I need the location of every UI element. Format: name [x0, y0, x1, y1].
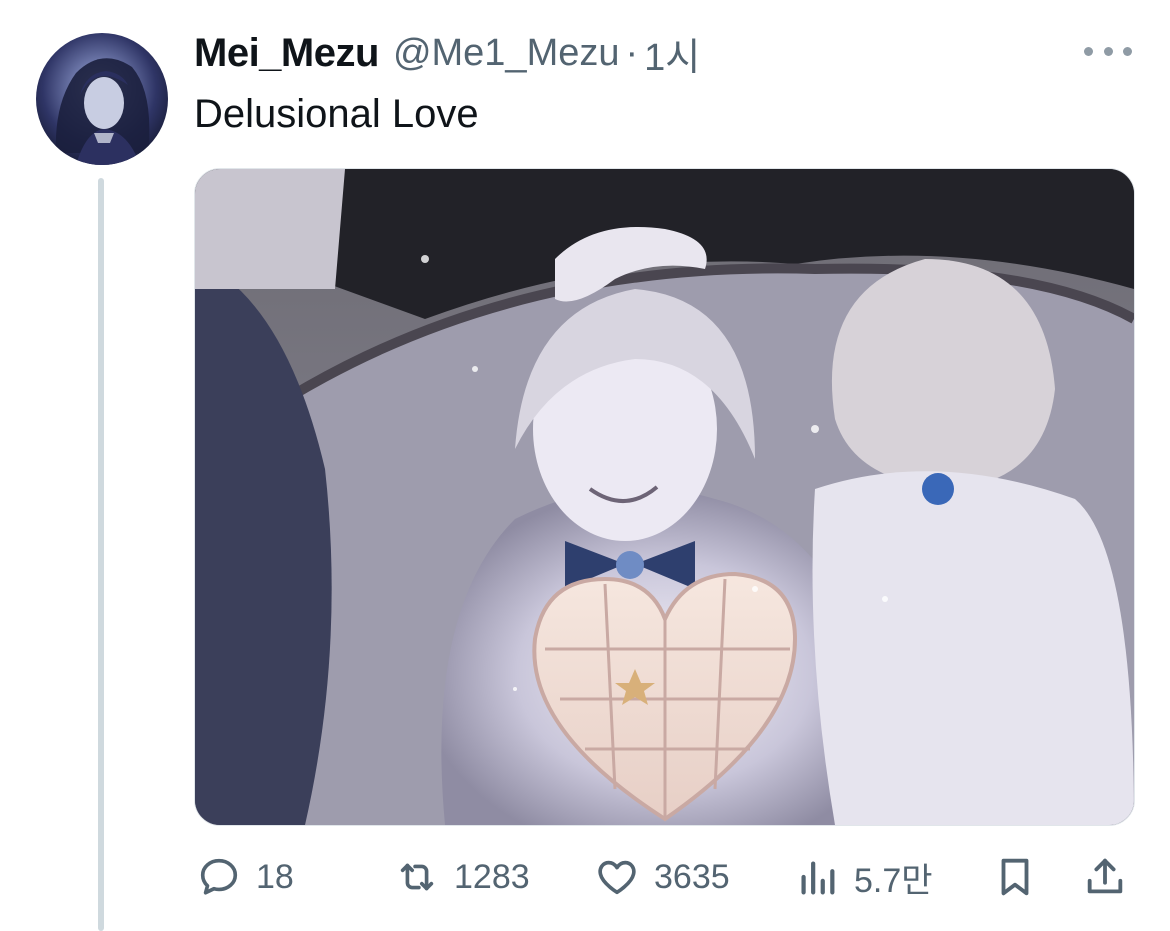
author-avatar[interactable]: [36, 33, 168, 165]
avatar-portrait-icon: [55, 58, 150, 165]
views-chart-icon: [801, 861, 835, 895]
view-count: 5.7만: [854, 861, 933, 900]
post-header: Mei_Mezu @Me1_Mezu · 1시: [194, 26, 700, 81]
bookmark-button[interactable]: [992, 844, 1038, 910]
artwork-image-icon: [195, 169, 1134, 825]
repost-button[interactable]: 1283: [394, 844, 530, 910]
reply-icon: [200, 858, 238, 895]
like-button[interactable]: 3635: [594, 844, 730, 910]
separator-dot: ·: [625, 31, 639, 74]
repost-count: 1283: [454, 857, 530, 896]
more-dot: [1103, 46, 1113, 56]
like-count: 3635: [654, 857, 730, 896]
reply-button[interactable]: 18: [196, 844, 294, 910]
bookmark-icon: [1001, 858, 1029, 896]
post-text: Delusional Love: [194, 92, 479, 136]
more-dot: [1084, 46, 1093, 56]
user-handle[interactable]: @Me1_Mezu: [393, 32, 620, 75]
more-options-icon[interactable]: [1084, 38, 1132, 64]
share-button[interactable]: [1082, 844, 1128, 910]
views-button[interactable]: 5.7만: [794, 844, 933, 910]
heart-icon: [598, 860, 636, 895]
repost-icon: [400, 863, 434, 891]
post-actions: 18 1283 3635 5.7만: [0, 844, 1170, 910]
post-media-image[interactable]: [194, 168, 1135, 826]
thread-line: [98, 178, 104, 931]
post-timestamp[interactable]: 1시: [644, 26, 700, 81]
share-icon: [1087, 858, 1123, 894]
display-name[interactable]: Mei_Mezu: [194, 31, 379, 76]
reply-count: 18: [256, 857, 294, 896]
more-dot: [1123, 46, 1132, 56]
